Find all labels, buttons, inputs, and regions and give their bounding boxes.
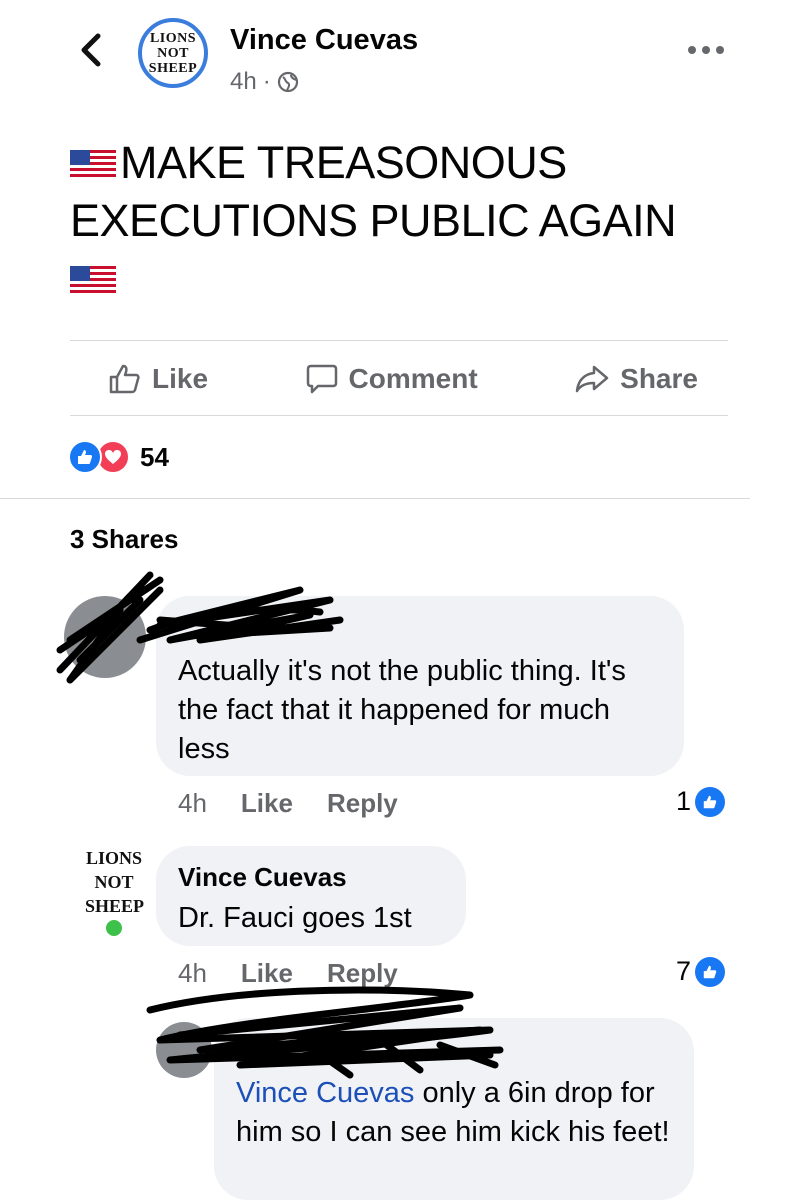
like-label: Like — [152, 363, 209, 394]
reactions-summary[interactable]: 54 — [68, 440, 169, 474]
comment-time: 4h — [178, 788, 207, 818]
post-timestamp: 4h · — [230, 68, 299, 96]
avatar-line: LIONS — [85, 848, 143, 868]
comment-author[interactable]: Vince Cuevas — [178, 862, 444, 893]
reaction-count: 54 — [140, 441, 169, 472]
share-arrow-icon — [575, 365, 609, 393]
post-text: MAKE TREASONOUS EXECUTIONS PUBLIC AGAIN — [70, 137, 677, 246]
comment-bubble: Actually it's not the public thing. It's… — [156, 596, 684, 776]
comment-label: Comment — [348, 363, 478, 394]
comment-reply-button[interactable]: Reply — [327, 958, 398, 989]
dot-separator: · — [262, 68, 271, 95]
comment-author[interactable] — [178, 616, 662, 646]
shares-count[interactable]: 3 Shares — [70, 524, 178, 555]
commenter-avatar[interactable] — [156, 1022, 212, 1078]
like-reaction-icon — [68, 440, 102, 474]
comment-button[interactable]: Comment — [305, 363, 478, 395]
us-flag-emoji-icon — [70, 266, 116, 296]
like-count-text: 7 — [676, 956, 692, 986]
comment-text: Actually it's not the public thing. It's… — [178, 655, 626, 765]
comment-text: Vince Cuevas only a 6in drop for him so … — [236, 1074, 672, 1152]
like-button[interactable]: Like — [108, 363, 208, 395]
comment-text: Dr. Fauci goes 1st — [178, 902, 412, 934]
avatar-line: LIONS — [149, 30, 197, 46]
comment-like-count[interactable]: 7 — [676, 956, 726, 987]
share-label: Share — [620, 363, 698, 394]
comment-reply-button[interactable]: Reply — [327, 788, 398, 819]
avatar-line-with-status: SHEEP — [74, 894, 154, 942]
thumbs-up-icon — [109, 364, 140, 394]
divider — [70, 415, 728, 416]
post-actions-bar: Like Comment Share — [70, 342, 728, 416]
back-chevron-icon[interactable] — [76, 32, 106, 68]
commenter-avatar[interactable]: LIONS NOT SHEEP — [74, 846, 154, 942]
mention-link[interactable]: Vince Cuevas — [236, 1077, 414, 1109]
avatar-line: NOT — [94, 872, 134, 892]
comment-meta: 4h Like Reply — [178, 788, 398, 819]
comment-author[interactable] — [236, 1038, 672, 1068]
post-author-name[interactable]: Vince Cuevas — [230, 24, 418, 57]
avatar-line: NOT — [157, 45, 189, 61]
section-divider — [0, 498, 750, 499]
more-options-icon[interactable] — [688, 40, 728, 60]
online-status-icon — [104, 918, 124, 938]
like-reaction-icon — [695, 956, 726, 987]
comment-like-button[interactable]: Like — [241, 788, 293, 819]
comment-time: 4h — [178, 958, 207, 988]
post-text-container: MAKE TREASONOUS EXECUTIONS PUBLIC AGAIN — [70, 134, 750, 308]
comment-bubble: Vince Cuevas Dr. Fauci goes 1st — [156, 846, 466, 946]
comment-meta: 4h Like Reply — [178, 958, 398, 989]
post-time-text: 4h — [230, 68, 257, 95]
like-reaction-icon — [695, 786, 726, 817]
avatar-line: SHEEP — [84, 896, 144, 916]
comment-bubble-icon — [306, 364, 337, 394]
comment-bubble: Vince Cuevas only a 6in drop for him so … — [214, 1018, 694, 1200]
avatar-line: SHEEP — [148, 60, 198, 76]
share-button[interactable]: Share — [574, 363, 698, 395]
comment-like-button[interactable]: Like — [241, 958, 293, 989]
commenter-avatar[interactable] — [64, 596, 146, 678]
globe-icon — [277, 71, 298, 93]
comment-like-count[interactable]: 1 — [676, 786, 726, 817]
us-flag-emoji-icon — [70, 150, 116, 180]
like-count-text: 1 — [676, 786, 692, 816]
divider — [70, 340, 728, 341]
author-avatar[interactable]: LIONS NOT SHEEP — [138, 18, 208, 88]
